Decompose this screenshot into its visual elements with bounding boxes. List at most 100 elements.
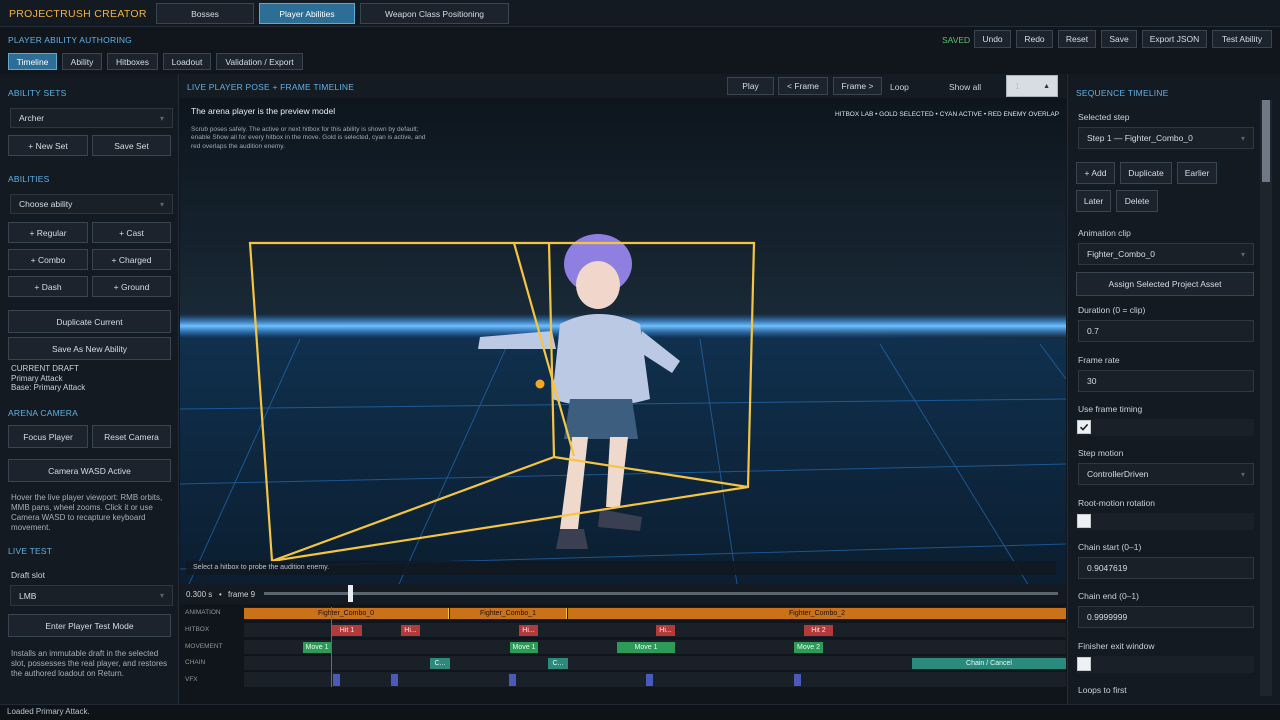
- step-motion-select[interactable]: ControllerDriven: [1078, 463, 1254, 485]
- add-regular-button[interactable]: + Regular: [8, 222, 88, 243]
- right-panel-scrollbar[interactable]: [1260, 100, 1272, 696]
- chain-clip-0[interactable]: C...: [430, 658, 450, 669]
- add-cast-button[interactable]: + Cast: [92, 222, 171, 243]
- chain-end-input[interactable]: 0.9999999: [1078, 606, 1254, 628]
- animation-clip-select[interactable]: Fighter_Combo_0: [1078, 243, 1254, 265]
- hitbox-clip-4[interactable]: Hit 2: [804, 625, 833, 636]
- draft-slot-select[interactable]: LMB: [10, 585, 173, 606]
- subtab-hitboxes[interactable]: Hitboxes: [107, 53, 158, 70]
- show-all-label[interactable]: Show all: [949, 82, 981, 92]
- vfx-marker[interactable]: [391, 674, 398, 686]
- enter-player-test-mode-button[interactable]: Enter Player Test Mode: [8, 614, 171, 637]
- subtab-ability[interactable]: Ability: [62, 53, 102, 70]
- subtab-loadout[interactable]: Loadout: [163, 53, 211, 70]
- vfx-marker[interactable]: [509, 674, 516, 686]
- status-message: Loaded Primary Attack.: [7, 707, 90, 716]
- movement-clip-2[interactable]: Move 1: [617, 642, 675, 653]
- time-readout: 0.300 s: [186, 590, 213, 599]
- status-bar: [0, 704, 1280, 720]
- root-motion-rotation-checkbox[interactable]: [1077, 514, 1091, 528]
- hitbox-clip-0[interactable]: Hit 1: [332, 625, 362, 636]
- selected-step-select[interactable]: Step 1 — Fighter_Combo_0: [1078, 127, 1254, 149]
- new-set-button[interactable]: + New Set: [8, 135, 88, 156]
- live-test-help-text: Installs an immutable draft in the selec…: [11, 649, 168, 678]
- focus-player-button[interactable]: Focus Player: [8, 425, 88, 448]
- show-all-value: 1: [1015, 81, 1020, 91]
- tab-player-abilities[interactable]: Player Abilities: [259, 3, 355, 24]
- next-frame-button[interactable]: Frame >: [833, 77, 882, 95]
- hitbox-clip-2[interactable]: Hi...: [519, 625, 538, 636]
- draft-slot-label: Draft slot: [11, 570, 46, 580]
- save-set-button[interactable]: Save Set: [92, 135, 171, 156]
- chain-end-label: Chain end (0–1): [1078, 591, 1139, 601]
- preview-title: The arena player is the preview model: [191, 106, 335, 116]
- save-status: SAVED: [942, 35, 971, 45]
- scrub-handle[interactable]: [347, 585, 353, 602]
- reset-button[interactable]: Reset: [1058, 30, 1096, 48]
- movement-clip-1[interactable]: Move 1: [510, 642, 538, 653]
- finisher-exit-window-checkbox[interactable]: [1077, 657, 1091, 671]
- reset-camera-button[interactable]: Reset Camera: [92, 425, 171, 448]
- frame-rate-input[interactable]: 30: [1078, 370, 1254, 392]
- vfx-marker[interactable]: [646, 674, 653, 686]
- tab-bosses[interactable]: Bosses: [156, 3, 254, 24]
- player-viewport[interactable]: The arena player is the preview model HI…: [180, 99, 1066, 604]
- track-label-animation: ANIMATION: [185, 609, 221, 616]
- chain-clip-1[interactable]: C...: [548, 658, 568, 669]
- preview-help-text: Scrub poses safely. The active or next h…: [191, 126, 426, 150]
- chain-clip-2[interactable]: Chain / Cancel: [912, 658, 1066, 669]
- movement-clip-3[interactable]: Move 2: [794, 642, 823, 653]
- assign-asset-button[interactable]: Assign Selected Project Asset: [1076, 272, 1254, 296]
- camera-wasd-button[interactable]: Camera WASD Active: [8, 459, 171, 482]
- playhead[interactable]: [331, 607, 332, 687]
- add-combo-button[interactable]: + Combo: [8, 249, 88, 270]
- ability-sets-header: ABILITY SETS: [8, 88, 67, 98]
- anim-clip-0[interactable]: Fighter_Combo_0: [244, 608, 449, 619]
- duplicate-step-button[interactable]: Duplicate: [1120, 162, 1172, 184]
- track-label-vfx: VFX: [185, 676, 198, 683]
- save-button[interactable]: Save: [1101, 30, 1137, 48]
- hitbox-clip-3[interactable]: Hi...: [656, 625, 675, 636]
- later-step-button[interactable]: Later: [1076, 190, 1111, 212]
- frame-readout: frame 9: [228, 590, 256, 599]
- add-step-button[interactable]: + Add: [1076, 162, 1115, 184]
- test-ability-button[interactable]: Test Ability: [1212, 30, 1272, 48]
- loop-label[interactable]: Loop: [890, 82, 909, 92]
- hitbox-track: Hit 1 Hi... Hi... Hi... Hit 2: [244, 623, 1066, 637]
- hitbox-clip-1[interactable]: Hi...: [401, 625, 420, 636]
- anim-clip-1[interactable]: Fighter_Combo_1: [450, 608, 567, 619]
- hitbox-center-marker[interactable]: [535, 379, 545, 389]
- track-label-chain: CHAIN: [185, 659, 206, 666]
- prev-frame-button[interactable]: < Frame: [778, 77, 828, 95]
- export-json-button[interactable]: Export JSON: [1142, 30, 1207, 48]
- redo-button[interactable]: Redo: [1016, 30, 1053, 48]
- use-frame-timing-checkbox[interactable]: [1077, 420, 1091, 434]
- add-charged-button[interactable]: + Charged: [92, 249, 171, 270]
- ability-select[interactable]: Choose ability: [10, 194, 173, 214]
- tab-weapon-class-positioning[interactable]: Weapon Class Positioning: [360, 3, 509, 24]
- chain-start-input[interactable]: 0.9047619: [1078, 557, 1254, 579]
- add-ground-button[interactable]: + Ground: [92, 276, 171, 297]
- earlier-step-button[interactable]: Earlier: [1177, 162, 1217, 184]
- subtab-timeline[interactable]: Timeline: [8, 53, 57, 70]
- vfx-marker[interactable]: [794, 674, 801, 686]
- track-label-movement: MOVEMENT: [185, 643, 223, 650]
- subtab-validation-export[interactable]: Validation / Export: [216, 53, 303, 70]
- finisher-exit-window-label: Finisher exit window: [1078, 641, 1155, 651]
- spinner-icon[interactable]: ▲: [1043, 83, 1050, 90]
- ability-set-select[interactable]: Archer: [10, 108, 173, 128]
- root-motion-rotation-label: Root-motion rotation: [1078, 498, 1156, 508]
- add-dash-button[interactable]: + Dash: [8, 276, 88, 297]
- duplicate-current-button[interactable]: Duplicate Current: [8, 310, 171, 333]
- scrollbar-thumb[interactable]: [1262, 100, 1270, 182]
- undo-button[interactable]: Undo: [974, 30, 1011, 48]
- anim-clip-2[interactable]: Fighter_Combo_2: [568, 608, 1066, 619]
- show-all-field[interactable]: 1 ▲: [1006, 75, 1058, 97]
- vfx-marker[interactable]: [333, 674, 340, 686]
- save-as-new-ability-button[interactable]: Save As New Ability: [8, 337, 171, 360]
- movement-clip-0[interactable]: Move 1: [303, 642, 331, 653]
- scrub-track[interactable]: [264, 592, 1058, 595]
- play-button[interactable]: Play: [727, 77, 774, 95]
- duration-input[interactable]: 0.7: [1078, 320, 1254, 342]
- delete-step-button[interactable]: Delete: [1116, 190, 1158, 212]
